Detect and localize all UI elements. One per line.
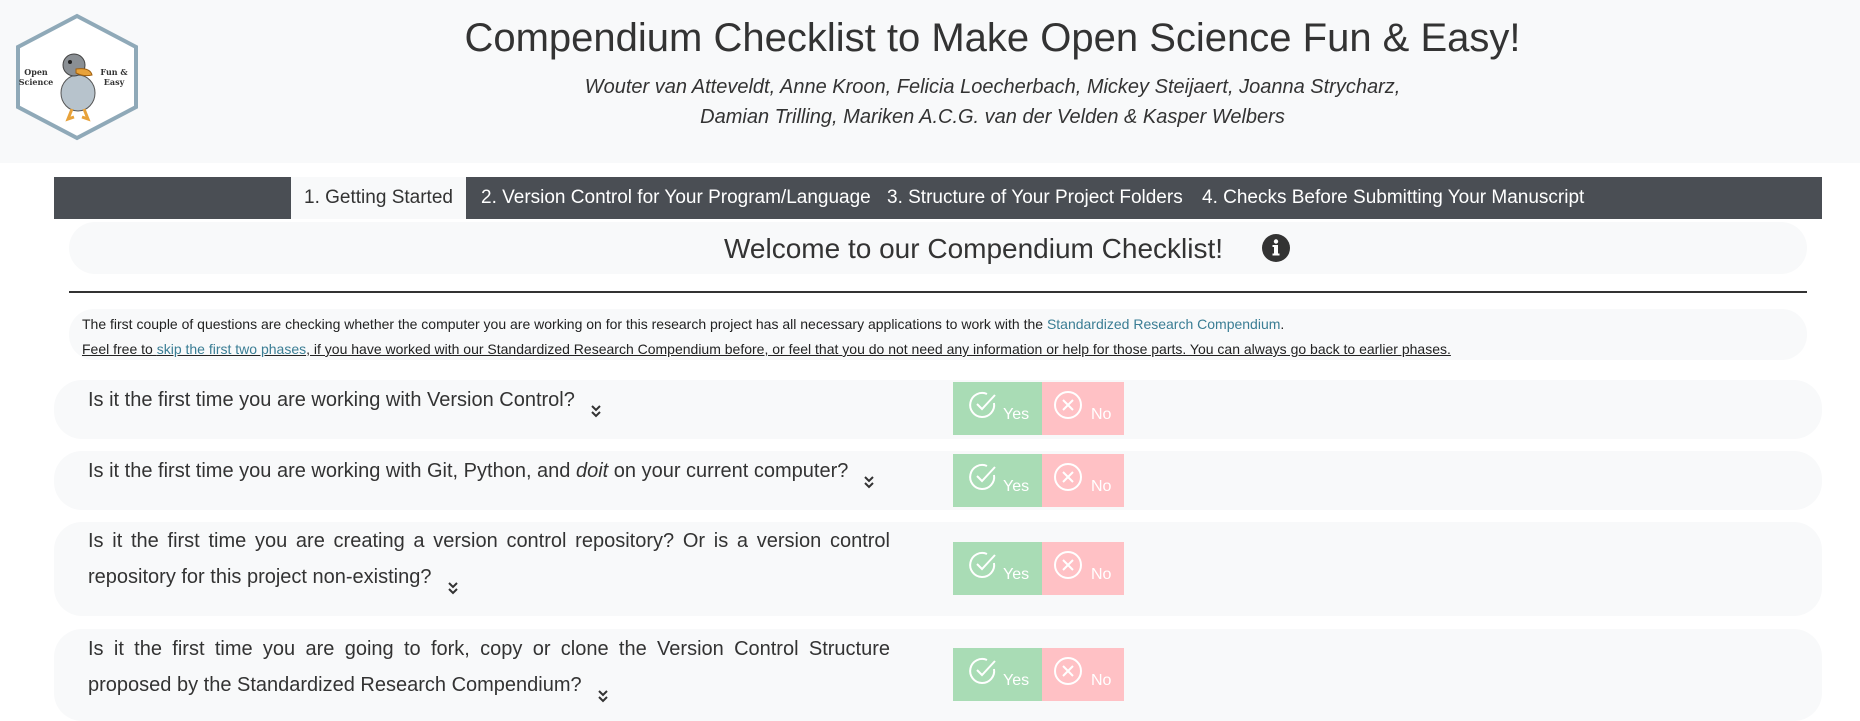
intro-text-end: . <box>1280 316 1285 332</box>
check-circle-icon <box>969 551 996 578</box>
question-card: Is it the first time you are working wit… <box>54 380 1822 439</box>
no-label: No <box>1091 672 1112 689</box>
no-button[interactable]: No <box>1042 454 1124 507</box>
question-text: Is it the first time you are working wit… <box>88 453 890 489</box>
dodo-mascot-icon: Open Science Fun & Easy <box>16 13 138 141</box>
question-card: Is it the first time you are going to fo… <box>54 629 1822 721</box>
yes-button[interactable]: Yes <box>953 454 1042 507</box>
yes-button[interactable]: Yes <box>953 542 1042 595</box>
yes-button[interactable]: Yes <box>953 382 1042 435</box>
x-circle-icon <box>1054 463 1082 491</box>
question-text-part: Is it the first time you are creating a … <box>88 530 890 588</box>
info-icon[interactable] <box>1261 233 1291 263</box>
check-circle-icon <box>969 391 996 418</box>
intro-box: The first couple of questions are checki… <box>69 309 1807 360</box>
page-title: Compendium Checklist to Make Open Scienc… <box>464 16 1521 60</box>
check-circle-icon <box>969 463 996 490</box>
no-button[interactable]: No <box>1042 542 1124 595</box>
compendium-link[interactable]: Standardized Research Compendium <box>1047 316 1280 332</box>
authors-line-1: Wouter van Atteveldt, Anne Kroon, Felici… <box>584 76 1401 98</box>
yes-label: Yes <box>1003 406 1030 423</box>
answer-buttons: Yes No <box>953 648 1124 701</box>
chevron-double-down-icon[interactable] <box>589 394 603 418</box>
chevron-double-down-icon[interactable] <box>446 571 460 595</box>
yes-button[interactable]: Yes <box>953 648 1042 701</box>
question-text-part: on your current computer? <box>608 460 849 482</box>
intro-text: Feel free to <box>82 341 157 357</box>
answer-buttons: Yes No <box>953 382 1124 435</box>
intro-line-2: Feel free to skip the first two phases, … <box>82 341 1451 357</box>
question-text: Is it the first time you are going to fo… <box>88 631 890 703</box>
yes-label: Yes <box>1003 566 1030 583</box>
chevron-double-down-icon[interactable] <box>862 465 876 489</box>
yes-label: Yes <box>1003 672 1030 689</box>
question-card: Is it the first time you are working wit… <box>54 451 1822 510</box>
phase-tabs: 1. Getting Started 2. Version Control fo… <box>54 177 1822 219</box>
question-text-italic: doit <box>575 460 609 482</box>
tab-project-folders[interactable]: 3. Structure of Your Project Folders <box>887 177 1183 219</box>
x-circle-icon <box>1054 391 1082 419</box>
x-circle-icon <box>1054 657 1082 685</box>
question-text-part: Is it the first time you are going to fo… <box>88 638 890 696</box>
tab-getting-started[interactable]: 1. Getting Started <box>291 177 466 219</box>
answer-buttons: Yes No <box>953 454 1124 507</box>
divider <box>69 291 1807 293</box>
question-text-part: Is it the first time you are working wit… <box>88 460 576 482</box>
intro-text: The first couple of questions are checki… <box>82 316 1047 332</box>
page-header: Open Science Fun & Easy Compendium Checkli… <box>0 0 1860 163</box>
answer-buttons: Yes No <box>953 542 1124 595</box>
logo-right-text: Fun & Easy <box>100 67 128 87</box>
no-label: No <box>1091 406 1112 423</box>
tab-version-control[interactable]: 2. Version Control for Your Program/Lang… <box>481 177 871 219</box>
logo: Open Science Fun & Easy <box>12 13 142 141</box>
question-text-part: Is it the first time you are working wit… <box>88 389 575 411</box>
welcome-title: Welcome to our Compendium Checklist! <box>724 233 1224 264</box>
no-button[interactable]: No <box>1042 382 1124 435</box>
tab-checks-before-submitting[interactable]: 4. Checks Before Submitting Your Manuscr… <box>1202 177 1584 219</box>
x-circle-icon <box>1054 551 1082 579</box>
question-card: Is it the first time you are creating a … <box>54 522 1822 616</box>
no-label: No <box>1091 478 1112 495</box>
chevron-double-down-icon[interactable] <box>596 679 610 703</box>
check-circle-icon <box>969 657 996 684</box>
question-text: Is it the first time you are working wit… <box>88 382 890 418</box>
welcome-banner: Welcome to our Compendium Checklist! <box>69 222 1807 274</box>
no-button[interactable]: No <box>1042 648 1124 701</box>
authors-line-2: Damian Trilling, Mariken A.C.G. van der … <box>700 106 1285 128</box>
intro-text-end: , if you have worked with our Standardiz… <box>306 341 1451 357</box>
no-label: No <box>1091 566 1112 583</box>
question-text: Is it the first time you are creating a … <box>88 523 890 595</box>
yes-label: Yes <box>1003 478 1030 495</box>
authors: Wouter van Atteveldt, Anne Kroon, Felici… <box>330 72 1655 132</box>
intro-line-1: The first couple of questions are checki… <box>82 316 1284 332</box>
skip-phases-link[interactable]: skip the first two phases <box>157 341 306 357</box>
